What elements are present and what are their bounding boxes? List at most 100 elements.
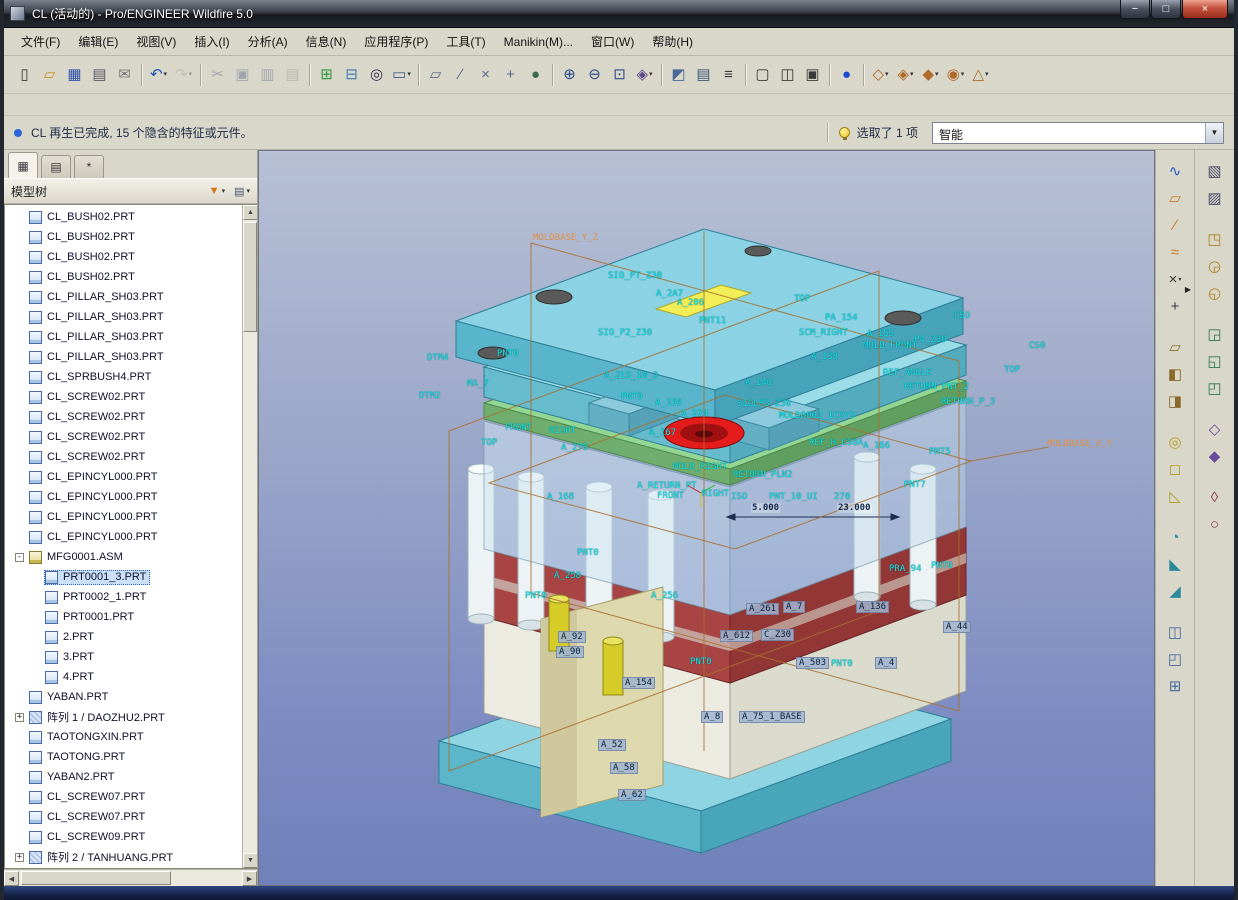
- offset-tool-button[interactable]: ◱: [1202, 349, 1228, 374]
- sweep-tool-button[interactable]: ◵: [1202, 281, 1228, 306]
- model-annotation[interactable]: SIO_P2_Z30: [598, 328, 652, 338]
- tree-item-content[interactable]: CL_SCREW02.PRT: [28, 450, 149, 465]
- tree-item-content[interactable]: CL_PILLAR_SH03.PRT: [28, 310, 168, 325]
- datum-csys-button[interactable]: +: [1162, 294, 1188, 319]
- tree-item-content[interactable]: CL_SCREW02.PRT: [28, 410, 149, 425]
- model-annotation[interactable]: PNT5: [929, 447, 951, 457]
- model-annotation[interactable]: A_140: [745, 378, 772, 388]
- model-annotation[interactable]: A_167: [649, 428, 676, 438]
- cut-button[interactable]: ✂: [205, 63, 230, 87]
- point-display-toggle-button[interactable]: ×: [473, 63, 498, 87]
- tree-expand-toggle[interactable]: +: [15, 713, 24, 722]
- datum-graph-button[interactable]: ◨: [1162, 389, 1188, 414]
- model-annotation[interactable]: A_75_1_BASE: [739, 711, 805, 723]
- model-annotation[interactable]: PNT9: [497, 349, 519, 359]
- tree-item-content[interactable]: CL_SCREW07.PRT: [28, 810, 149, 825]
- tree-item[interactable]: CL_SCREW02.PRT: [5, 387, 242, 407]
- csys-display-toggle-button[interactable]: +: [498, 63, 523, 87]
- model-annotation[interactable]: DTM4: [427, 353, 449, 363]
- menu-item-10[interactable]: 帮助(H): [643, 29, 702, 54]
- tree-item[interactable]: CL_PILLAR_SH03.PRT: [5, 307, 242, 327]
- tree-item-content[interactable]: 3.PRT: [44, 650, 98, 665]
- model-annotation[interactable]: RIGHT: [549, 426, 576, 436]
- model-annotation[interactable]: A_166: [863, 441, 890, 451]
- tree-item-content[interactable]: PRT0002_1.PRT: [44, 590, 150, 605]
- tree-item[interactable]: CL_SCREW09.PRT: [5, 827, 242, 847]
- analysis-measure-button[interactable]: ∿: [1162, 159, 1188, 184]
- model-annotation[interactable]: PNT0: [831, 659, 853, 669]
- tree-item-content[interactable]: CL_PILLAR_SH03.PRT: [28, 350, 168, 365]
- model-annotation[interactable]: A_4: [875, 657, 897, 669]
- scrollbar-thumb[interactable]: [21, 871, 171, 885]
- scrollbar-thumb[interactable]: [243, 222, 257, 332]
- model-annotation[interactable]: RETURN_PNT_2: [904, 382, 969, 392]
- menu-item-0[interactable]: 文件(F): [12, 29, 69, 54]
- model-annotation[interactable]: A_92: [558, 631, 586, 643]
- tree-item[interactable]: CL_EPINCYL000.PRT: [5, 487, 242, 507]
- tree-item[interactable]: PRT0001_3.PRT: [5, 567, 242, 587]
- tree-item-content[interactable]: TAOTONG.PRT: [28, 750, 129, 765]
- tree-item-content[interactable]: CL_BUSH02.PRT: [28, 230, 139, 245]
- shell-tool-button[interactable]: ◻: [1162, 457, 1188, 482]
- datum-curve-button[interactable]: ≈: [1162, 240, 1188, 265]
- tab-model-tree[interactable]: ▦: [8, 152, 38, 178]
- hole-tool-button[interactable]: ◎: [1162, 430, 1188, 455]
- zoom-out-button[interactable]: ⊖: [582, 63, 607, 87]
- tree-item[interactable]: CL_SCREW02.PRT: [5, 427, 242, 447]
- thicken-tool-button[interactable]: ◰: [1202, 376, 1228, 401]
- model-annotation[interactable]: A_258: [554, 571, 581, 581]
- tree-item-content[interactable]: CL_EPINCYL000.PRT: [28, 470, 161, 485]
- menu-item-6[interactable]: 应用程序(P): [355, 29, 437, 54]
- hint-bulb-icon[interactable]: [839, 127, 850, 138]
- project-tool-button[interactable]: ◆: [1202, 444, 1228, 469]
- maximize-button[interactable]: □: [1151, 0, 1181, 19]
- tree-item[interactable]: 3.PRT: [5, 647, 242, 667]
- tree-item[interactable]: +阵列 1 / DAOZHU2.PRT: [5, 707, 242, 727]
- tree-vertical-scrollbar[interactable]: ▲ ▼: [242, 205, 257, 868]
- tree-item-content[interactable]: MFG0001.ASM: [28, 550, 127, 565]
- refit-button[interactable]: ⊡: [607, 63, 632, 87]
- tree-item-content[interactable]: CL_PILLAR_SH03.PRT: [28, 290, 168, 305]
- menu-item-4[interactable]: 分析(A): [239, 29, 297, 54]
- model-annotation[interactable]: REF_H_CS0A: [809, 438, 863, 448]
- tree-item[interactable]: CL_BUSH02.PRT: [5, 247, 242, 267]
- tree-item[interactable]: CL_SCREW02.PRT: [5, 407, 242, 427]
- menu-item-9[interactable]: 窗口(W): [582, 29, 643, 54]
- sketch-tool-button[interactable]: ▱: [1162, 335, 1188, 360]
- view-section-button[interactable]: ▨: [1202, 186, 1228, 211]
- model-annotation[interactable]: A_206: [677, 298, 704, 308]
- model-annotation[interactable]: C_Z30: [761, 629, 794, 641]
- tree-item-content[interactable]: CL_BUSH02.PRT: [28, 250, 139, 265]
- scroll-right-button[interactable]: ▶: [242, 871, 257, 886]
- copy-button[interactable]: ▣: [230, 63, 255, 87]
- tree-item-content[interactable]: YABAN.PRT: [28, 690, 112, 705]
- reorient-button[interactable]: ◈▾: [632, 63, 657, 87]
- regenerate-manager-button[interactable]: ⊟: [339, 63, 364, 87]
- tree-item[interactable]: YABAN.PRT: [5, 687, 242, 707]
- model-annotation[interactable]: MOLDBASE_Y_Z: [533, 233, 598, 243]
- model-annotation[interactable]: RETURN_P_3: [941, 397, 995, 407]
- combobox-dropdown-button[interactable]: ▼: [1205, 123, 1223, 143]
- tree-item-content[interactable]: CL_SCREW02.PRT: [28, 390, 149, 405]
- paste-button[interactable]: ▥: [255, 63, 280, 87]
- model-annotation[interactable]: A_155: [867, 329, 894, 339]
- model-annotation[interactable]: FRONT: [657, 491, 684, 501]
- tree-item-content[interactable]: YABAN2.PRT: [28, 770, 118, 785]
- scroll-up-button[interactable]: ▲: [243, 205, 257, 220]
- find-button[interactable]: ◎: [364, 63, 389, 87]
- tree-item-content[interactable]: CL_EPINCYL000.PRT: [28, 490, 161, 505]
- tree-settings-button[interactable]: ▤ ▾: [234, 185, 250, 198]
- tree-item[interactable]: -MFG0001.ASM: [5, 547, 242, 567]
- tree-item[interactable]: CL_PILLAR_SH03.PRT: [5, 347, 242, 367]
- model-annotation[interactable]: A_278: [561, 443, 588, 453]
- model-annotation[interactable]: A_RETURN_PT: [637, 481, 697, 491]
- menu-item-8[interactable]: Manikin(M)...: [495, 31, 582, 53]
- model-annotation[interactable]: MOLD0002_ICSYS: [779, 411, 855, 421]
- datum-plane-offset-button[interactable]: ◧: [1162, 362, 1188, 387]
- tree-item[interactable]: 4.PRT: [5, 667, 242, 687]
- tree-item-content[interactable]: 4.PRT: [44, 670, 98, 685]
- model-annotation[interactable]: A_90: [556, 646, 584, 658]
- window-close-button[interactable]: ▣: [800, 63, 825, 87]
- tree-item[interactable]: CL_PILLAR_SH03.PRT: [5, 327, 242, 347]
- tree-item[interactable]: TAOTONG.PRT: [5, 747, 242, 767]
